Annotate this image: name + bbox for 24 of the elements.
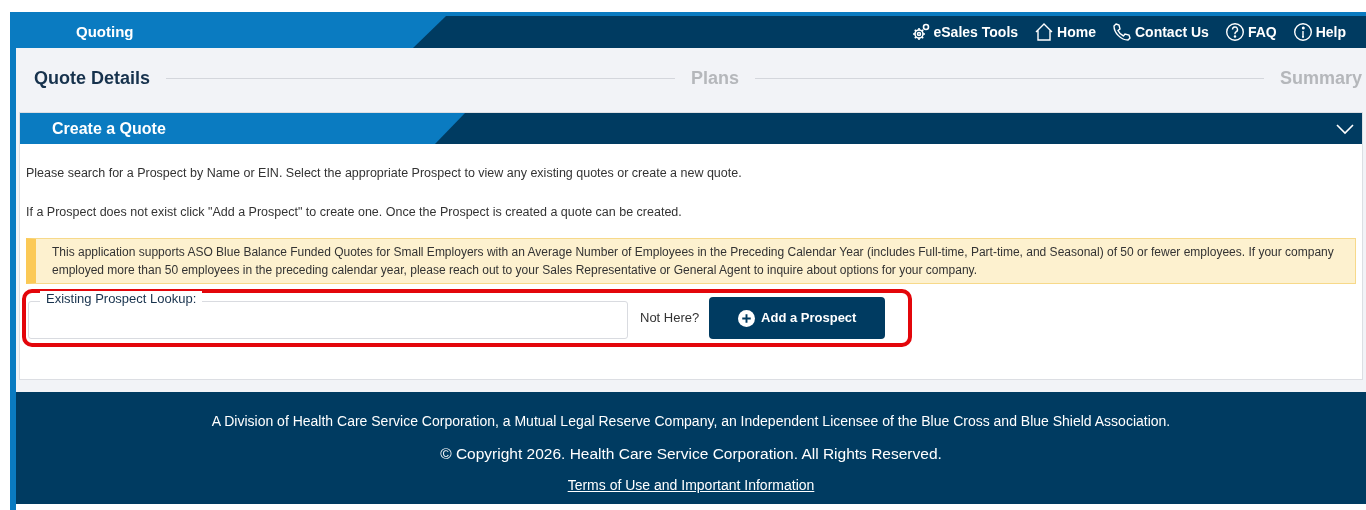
gear-icon [910, 22, 931, 42]
app-title: Quoting [76, 21, 134, 42]
nav-link[interactable]: FAQ [1224, 21, 1277, 43]
nav-link[interactable]: eSales Tools [910, 21, 1019, 43]
add-prospect-button[interactable]: Add a Prospect [709, 297, 886, 339]
footer-text: © Copyright 2026. Health Care Service Corporation. All Rights Reserved. [440, 444, 942, 464]
step-label[interactable]: Quote Details [34, 64, 151, 92]
home-icon [1034, 22, 1055, 42]
nav-link[interactable]: Home [1034, 21, 1096, 43]
nav-link[interactable]: Contact Us [1111, 21, 1209, 43]
phone-icon [1111, 22, 1132, 42]
info-icon [1292, 22, 1313, 42]
nav-link[interactable]: Help [1292, 21, 1346, 43]
plus-icon [738, 309, 756, 327]
instruction-text: Please search for a Prospect by Name or EIN. Select the appropriate Prospect to view any existing quotes or create a new quote. [26, 165, 743, 182]
terms-link[interactable]: Terms of Use and Important Information [567, 475, 815, 497]
not-here-text: Not Here? [640, 309, 700, 328]
field-label: Existing Prospect Lookup: [40, 291, 203, 307]
instruction-text: If a Prospect does not exist click "Add a Prospect" to create one. Once the Prospect is created a quote can be created. [26, 204, 683, 221]
panel-header[interactable]: Create a Quote [20, 113, 1362, 144]
panel-title: Create a Quote [52, 118, 166, 139]
help-icon [1224, 22, 1245, 42]
notice-banner: This application supports ASO Blue Balance Funded Quotes for Small Employers with an Average Number of Employees in the Preceding Calendar Year (includes Full-time, Part-time, and Seasonal) of 50 or fewer employees. If your company employed more than 50 employees in the preceding calendar year, please reach out to your Sales Representative or General Agent to inquire about options for your company. [26, 238, 1356, 284]
footer-text: A Division of Health Care Service Corporation, a Mutual Legal Reserve Company, an Independent Licensee of the Blue Cross and Blue Shield Association. [211, 412, 1171, 431]
